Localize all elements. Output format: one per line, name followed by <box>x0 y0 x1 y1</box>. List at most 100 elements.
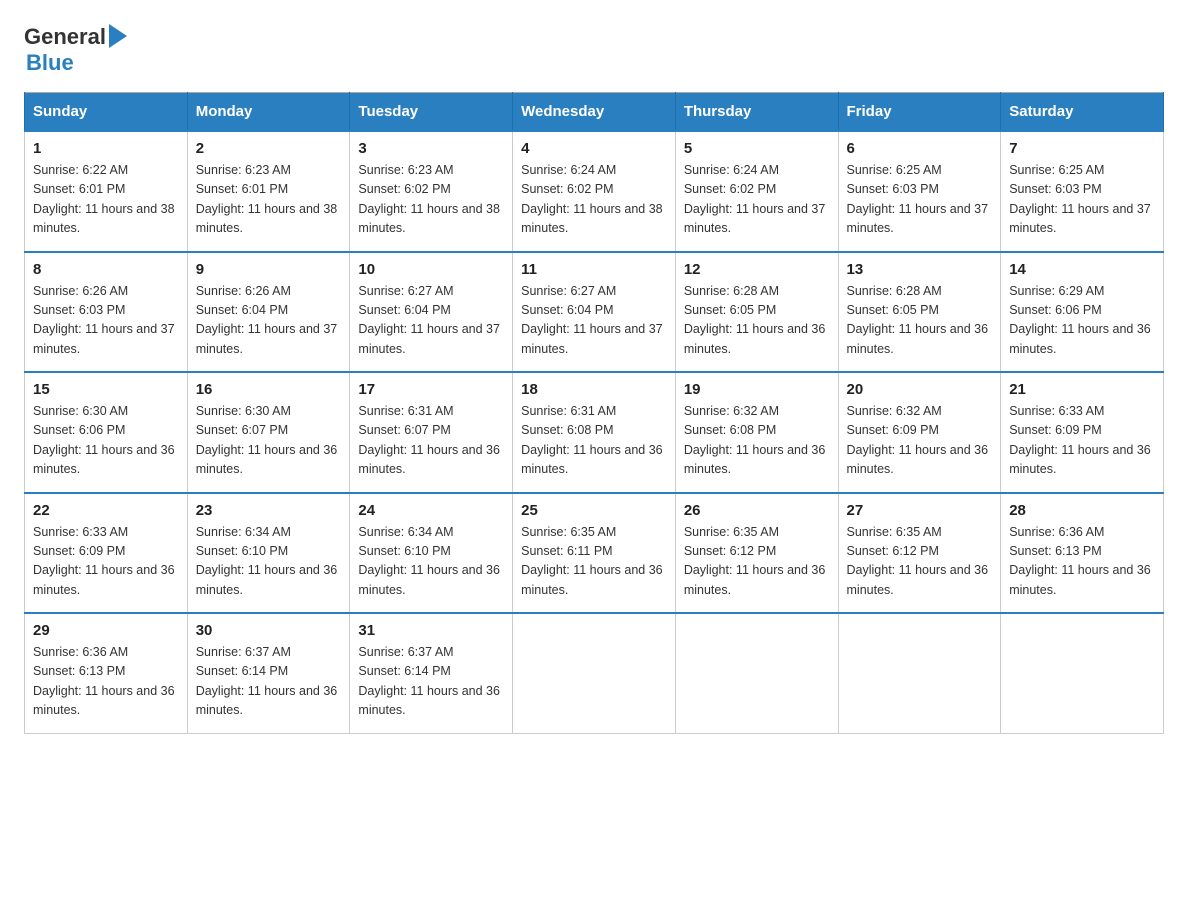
day-info: Sunrise: 6:30 AM Sunset: 6:07 PM Dayligh… <box>196 402 342 480</box>
day-cell: 8 Sunrise: 6:26 AM Sunset: 6:03 PM Dayli… <box>25 252 188 373</box>
day-info: Sunrise: 6:34 AM Sunset: 6:10 PM Dayligh… <box>358 523 504 601</box>
day-number: 27 <box>847 502 993 519</box>
day-info: Sunrise: 6:33 AM Sunset: 6:09 PM Dayligh… <box>33 523 179 601</box>
day-cell: 6 Sunrise: 6:25 AM Sunset: 6:03 PM Dayli… <box>838 131 1001 252</box>
day-cell: 9 Sunrise: 6:26 AM Sunset: 6:04 PM Dayli… <box>187 252 350 373</box>
day-info: Sunrise: 6:28 AM Sunset: 6:05 PM Dayligh… <box>847 282 993 360</box>
day-cell: 17 Sunrise: 6:31 AM Sunset: 6:07 PM Dayl… <box>350 372 513 493</box>
day-number: 6 <box>847 140 993 157</box>
day-info: Sunrise: 6:27 AM Sunset: 6:04 PM Dayligh… <box>521 282 667 360</box>
logo: General Blue <box>24 24 127 76</box>
week-row-2: 8 Sunrise: 6:26 AM Sunset: 6:03 PM Dayli… <box>25 252 1164 373</box>
col-header-wednesday: Wednesday <box>513 93 676 132</box>
day-cell: 10 Sunrise: 6:27 AM Sunset: 6:04 PM Dayl… <box>350 252 513 373</box>
day-number: 4 <box>521 140 667 157</box>
day-info: Sunrise: 6:24 AM Sunset: 6:02 PM Dayligh… <box>521 161 667 239</box>
day-info: Sunrise: 6:33 AM Sunset: 6:09 PM Dayligh… <box>1009 402 1155 480</box>
day-cell: 24 Sunrise: 6:34 AM Sunset: 6:10 PM Dayl… <box>350 493 513 614</box>
day-cell: 15 Sunrise: 6:30 AM Sunset: 6:06 PM Dayl… <box>25 372 188 493</box>
day-info: Sunrise: 6:35 AM Sunset: 6:12 PM Dayligh… <box>684 523 830 601</box>
col-header-sunday: Sunday <box>25 93 188 132</box>
day-info: Sunrise: 6:28 AM Sunset: 6:05 PM Dayligh… <box>684 282 830 360</box>
page-header: General Blue <box>24 24 1164 76</box>
day-number: 29 <box>33 622 179 639</box>
col-header-monday: Monday <box>187 93 350 132</box>
day-cell: 16 Sunrise: 6:30 AM Sunset: 6:07 PM Dayl… <box>187 372 350 493</box>
day-number: 15 <box>33 381 179 398</box>
logo-blue-text: Blue <box>26 50 127 76</box>
day-number: 3 <box>358 140 504 157</box>
day-number: 11 <box>521 261 667 278</box>
week-row-1: 1 Sunrise: 6:22 AM Sunset: 6:01 PM Dayli… <box>25 131 1164 252</box>
day-number: 28 <box>1009 502 1155 519</box>
day-info: Sunrise: 6:35 AM Sunset: 6:12 PM Dayligh… <box>847 523 993 601</box>
day-cell: 7 Sunrise: 6:25 AM Sunset: 6:03 PM Dayli… <box>1001 131 1164 252</box>
day-info: Sunrise: 6:25 AM Sunset: 6:03 PM Dayligh… <box>1009 161 1155 239</box>
day-number: 7 <box>1009 140 1155 157</box>
col-header-saturday: Saturday <box>1001 93 1164 132</box>
day-info: Sunrise: 6:27 AM Sunset: 6:04 PM Dayligh… <box>358 282 504 360</box>
day-info: Sunrise: 6:35 AM Sunset: 6:11 PM Dayligh… <box>521 523 667 601</box>
week-row-4: 22 Sunrise: 6:33 AM Sunset: 6:09 PM Dayl… <box>25 493 1164 614</box>
col-header-tuesday: Tuesday <box>350 93 513 132</box>
day-info: Sunrise: 6:30 AM Sunset: 6:06 PM Dayligh… <box>33 402 179 480</box>
day-info: Sunrise: 6:22 AM Sunset: 6:01 PM Dayligh… <box>33 161 179 239</box>
day-cell: 11 Sunrise: 6:27 AM Sunset: 6:04 PM Dayl… <box>513 252 676 373</box>
day-number: 12 <box>684 261 830 278</box>
day-cell: 5 Sunrise: 6:24 AM Sunset: 6:02 PM Dayli… <box>675 131 838 252</box>
day-number: 18 <box>521 381 667 398</box>
day-info: Sunrise: 6:31 AM Sunset: 6:08 PM Dayligh… <box>521 402 667 480</box>
week-row-3: 15 Sunrise: 6:30 AM Sunset: 6:06 PM Dayl… <box>25 372 1164 493</box>
day-info: Sunrise: 6:26 AM Sunset: 6:03 PM Dayligh… <box>33 282 179 360</box>
day-cell: 31 Sunrise: 6:37 AM Sunset: 6:14 PM Dayl… <box>350 613 513 733</box>
day-info: Sunrise: 6:32 AM Sunset: 6:09 PM Dayligh… <box>847 402 993 480</box>
day-info: Sunrise: 6:34 AM Sunset: 6:10 PM Dayligh… <box>196 523 342 601</box>
day-info: Sunrise: 6:23 AM Sunset: 6:01 PM Dayligh… <box>196 161 342 239</box>
day-info: Sunrise: 6:37 AM Sunset: 6:14 PM Dayligh… <box>358 643 504 721</box>
day-number: 26 <box>684 502 830 519</box>
day-cell: 29 Sunrise: 6:36 AM Sunset: 6:13 PM Dayl… <box>25 613 188 733</box>
day-cell: 12 Sunrise: 6:28 AM Sunset: 6:05 PM Dayl… <box>675 252 838 373</box>
day-number: 25 <box>521 502 667 519</box>
day-number: 2 <box>196 140 342 157</box>
day-number: 20 <box>847 381 993 398</box>
day-number: 9 <box>196 261 342 278</box>
day-info: Sunrise: 6:36 AM Sunset: 6:13 PM Dayligh… <box>33 643 179 721</box>
day-number: 10 <box>358 261 504 278</box>
day-cell: 18 Sunrise: 6:31 AM Sunset: 6:08 PM Dayl… <box>513 372 676 493</box>
day-cell: 3 Sunrise: 6:23 AM Sunset: 6:02 PM Dayli… <box>350 131 513 252</box>
day-cell: 13 Sunrise: 6:28 AM Sunset: 6:05 PM Dayl… <box>838 252 1001 373</box>
day-cell <box>838 613 1001 733</box>
day-number: 13 <box>847 261 993 278</box>
day-number: 19 <box>684 381 830 398</box>
day-cell: 20 Sunrise: 6:32 AM Sunset: 6:09 PM Dayl… <box>838 372 1001 493</box>
day-cell: 25 Sunrise: 6:35 AM Sunset: 6:11 PM Dayl… <box>513 493 676 614</box>
day-cell: 2 Sunrise: 6:23 AM Sunset: 6:01 PM Dayli… <box>187 131 350 252</box>
day-cell <box>675 613 838 733</box>
header-row: SundayMondayTuesdayWednesdayThursdayFrid… <box>25 93 1164 132</box>
day-number: 24 <box>358 502 504 519</box>
day-cell: 21 Sunrise: 6:33 AM Sunset: 6:09 PM Dayl… <box>1001 372 1164 493</box>
day-number: 14 <box>1009 261 1155 278</box>
calendar-table: SundayMondayTuesdayWednesdayThursdayFrid… <box>24 92 1164 734</box>
day-info: Sunrise: 6:37 AM Sunset: 6:14 PM Dayligh… <box>196 643 342 721</box>
col-header-friday: Friday <box>838 93 1001 132</box>
day-info: Sunrise: 6:23 AM Sunset: 6:02 PM Dayligh… <box>358 161 504 239</box>
day-info: Sunrise: 6:36 AM Sunset: 6:13 PM Dayligh… <box>1009 523 1155 601</box>
col-header-thursday: Thursday <box>675 93 838 132</box>
day-number: 23 <box>196 502 342 519</box>
day-info: Sunrise: 6:31 AM Sunset: 6:07 PM Dayligh… <box>358 402 504 480</box>
day-cell: 14 Sunrise: 6:29 AM Sunset: 6:06 PM Dayl… <box>1001 252 1164 373</box>
day-info: Sunrise: 6:32 AM Sunset: 6:08 PM Dayligh… <box>684 402 830 480</box>
logo-general-text: General <box>24 24 106 50</box>
day-number: 8 <box>33 261 179 278</box>
day-info: Sunrise: 6:26 AM Sunset: 6:04 PM Dayligh… <box>196 282 342 360</box>
day-number: 17 <box>358 381 504 398</box>
day-info: Sunrise: 6:29 AM Sunset: 6:06 PM Dayligh… <box>1009 282 1155 360</box>
day-cell: 22 Sunrise: 6:33 AM Sunset: 6:09 PM Dayl… <box>25 493 188 614</box>
day-number: 5 <box>684 140 830 157</box>
day-number: 31 <box>358 622 504 639</box>
day-number: 16 <box>196 381 342 398</box>
day-cell <box>1001 613 1164 733</box>
day-info: Sunrise: 6:25 AM Sunset: 6:03 PM Dayligh… <box>847 161 993 239</box>
